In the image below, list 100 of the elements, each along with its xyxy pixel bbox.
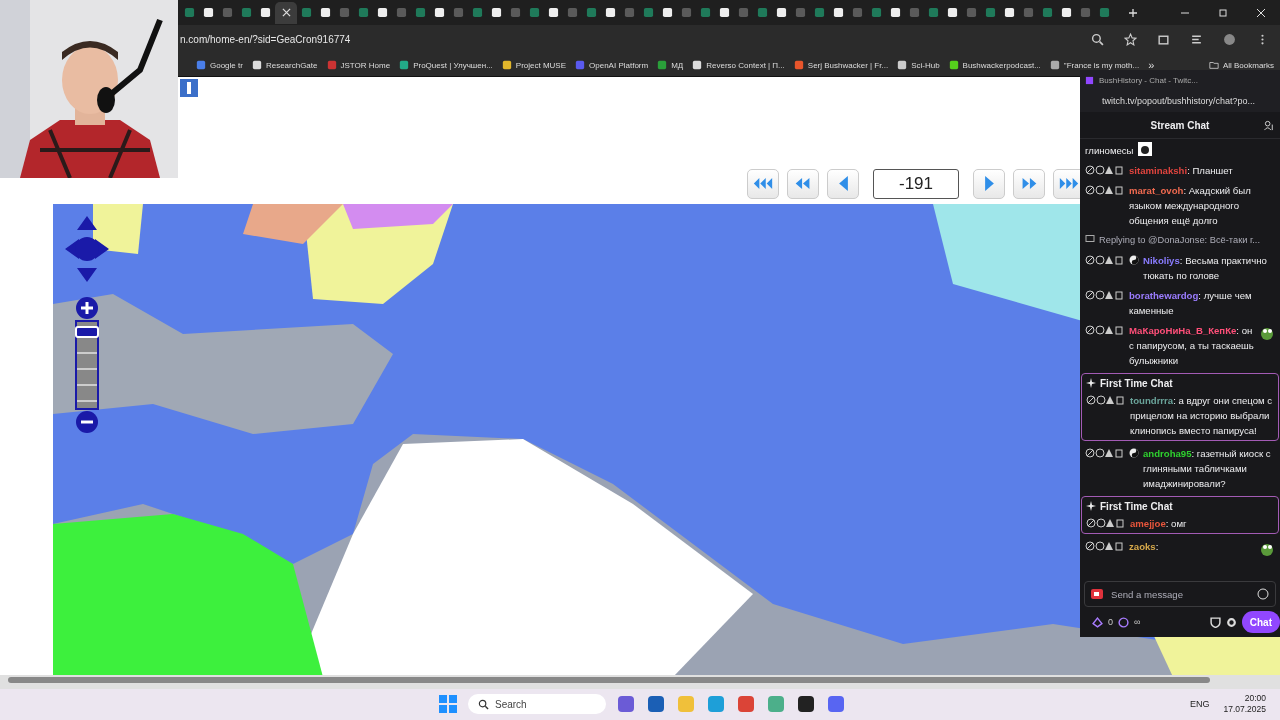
page-icon bbox=[909, 7, 920, 19]
page-icon bbox=[567, 7, 578, 19]
bookmark[interactable]: Project MUSE bbox=[501, 60, 567, 71]
page-icon bbox=[700, 7, 711, 19]
fast-forward-button[interactable] bbox=[1013, 168, 1045, 199]
extensions-icon[interactable] bbox=[1157, 33, 1170, 47]
zoom-icon[interactable] bbox=[1091, 33, 1104, 47]
first-time-label: First Time Chat bbox=[1100, 501, 1173, 512]
bookmark[interactable]: JSTOR Home bbox=[326, 60, 391, 71]
bookmark-icon bbox=[948, 60, 959, 71]
page-icon bbox=[377, 7, 388, 19]
bookmark[interactable]: Reverso Context | П... bbox=[692, 60, 785, 71]
moderation-icons[interactable] bbox=[1086, 518, 1126, 528]
page-icon bbox=[510, 7, 521, 19]
window-title: BushHistory - Chat - Twitc... bbox=[1099, 75, 1198, 85]
profile-icon[interactable] bbox=[1223, 33, 1236, 47]
page-icon bbox=[222, 7, 233, 19]
chat-message: глиномесы bbox=[1085, 145, 1134, 156]
first-button[interactable] bbox=[747, 168, 779, 199]
chat-message: zaoks: bbox=[1129, 540, 1160, 554]
zoom-out-icon[interactable] bbox=[75, 409, 99, 434]
emoji-icon[interactable] bbox=[1257, 588, 1269, 600]
reply-icon bbox=[1085, 234, 1095, 244]
rewind-button[interactable] bbox=[787, 168, 819, 199]
bookmark[interactable]: МД bbox=[657, 60, 684, 71]
taskbar-search-field[interactable]: Search bbox=[468, 694, 606, 715]
browser-tab[interactable] bbox=[275, 1, 297, 24]
page-icon bbox=[586, 7, 597, 19]
bookmark[interactable]: OpenAI Platform bbox=[575, 60, 649, 71]
moderation-icons[interactable] bbox=[1085, 185, 1125, 195]
moderation-icons[interactable] bbox=[1086, 395, 1126, 405]
page-icon bbox=[985, 7, 996, 19]
address-text[interactable]: n.com/home-en/?sid=GeaCron916774 bbox=[180, 34, 351, 46]
folder-icon bbox=[1208, 60, 1219, 71]
app-icon[interactable] bbox=[796, 694, 816, 715]
page-icon bbox=[301, 7, 312, 19]
chat-message: Nikoliys: Весьма практично тюкать по голове bbox=[1143, 254, 1268, 283]
new-tab-icon[interactable] bbox=[1128, 7, 1138, 18]
page-icon bbox=[1099, 7, 1110, 19]
page-icon bbox=[260, 7, 271, 19]
bookmark[interactable]: Bushwackerpodcast... bbox=[948, 60, 1041, 71]
right-arrow-icon bbox=[984, 176, 994, 192]
restore-icon[interactable] bbox=[1218, 7, 1228, 18]
triple-right-arrow-icon bbox=[1058, 176, 1080, 192]
close-icon[interactable] bbox=[281, 8, 291, 18]
moderation-icons[interactable] bbox=[1085, 541, 1125, 551]
left-arrow-icon bbox=[838, 176, 848, 192]
moderation-icons[interactable] bbox=[1085, 290, 1125, 300]
bookmark-icon bbox=[657, 60, 668, 71]
moderation-icons[interactable] bbox=[1085, 165, 1125, 175]
moderation-icons[interactable] bbox=[1085, 448, 1125, 458]
bookmark[interactable]: ResearchGate bbox=[251, 60, 318, 71]
bookmark-icon bbox=[897, 60, 908, 71]
clock-time[interactable]: 20:00 bbox=[1244, 693, 1266, 705]
page-icon bbox=[643, 7, 654, 19]
moderation-icons[interactable] bbox=[1085, 325, 1125, 335]
all-bookmarks[interactable]: All Bookmarks bbox=[1208, 60, 1274, 71]
more-bookmarks[interactable]: » bbox=[1148, 59, 1155, 72]
users-icon[interactable] bbox=[1264, 120, 1275, 131]
clock-date[interactable]: 17.07.2025 bbox=[1223, 704, 1266, 716]
chat-message: androha95: газетный киоск с глиняными табличками имаджинировали? bbox=[1143, 447, 1272, 491]
bookmark-icon bbox=[501, 60, 512, 71]
next-button[interactable] bbox=[973, 168, 1005, 199]
chat-button[interactable]: Chat bbox=[1241, 611, 1280, 633]
bookmark[interactable]: "France is my moth... bbox=[1049, 60, 1140, 71]
bookmark-icon bbox=[692, 60, 703, 71]
language-indicator[interactable]: ENG bbox=[1189, 699, 1210, 710]
page-icon bbox=[1023, 7, 1034, 19]
page-icon bbox=[358, 7, 369, 19]
camera-icon bbox=[1091, 588, 1103, 600]
page-icon bbox=[681, 7, 692, 19]
zoom-in-icon[interactable] bbox=[75, 295, 99, 320]
bookmark[interactable]: Serj Bushwacker | Fr... bbox=[793, 60, 889, 71]
triple-left-arrow-icon bbox=[752, 176, 774, 192]
bookmark-icon bbox=[575, 60, 586, 71]
year-field[interactable]: -191 bbox=[873, 168, 959, 199]
previous-button[interactable] bbox=[827, 168, 859, 199]
chat-message: sitaminakshi: Планшет bbox=[1129, 164, 1234, 178]
chat-message: МаКароНиНа_В_КепКе: он с папирусом, а ты таскаешь булыжники bbox=[1129, 324, 1255, 368]
page-icon bbox=[1042, 7, 1053, 19]
moderation-icons[interactable] bbox=[1085, 255, 1125, 265]
close-icon[interactable] bbox=[1256, 7, 1266, 18]
settings-icon[interactable] bbox=[1225, 616, 1237, 628]
start-icon[interactable] bbox=[438, 694, 458, 715]
shield-icon[interactable] bbox=[1209, 616, 1221, 628]
message-field[interactable]: Send a message bbox=[1084, 581, 1276, 607]
chat-header: Stream Chat bbox=[1150, 119, 1210, 131]
page-icon bbox=[605, 7, 616, 19]
points-icon[interactable] bbox=[1092, 616, 1103, 628]
timer-icon[interactable] bbox=[1118, 616, 1129, 628]
bookmark[interactable]: Sci-Hub bbox=[897, 60, 940, 71]
bookmark[interactable]: Google tr bbox=[196, 60, 243, 71]
star-icon[interactable] bbox=[1124, 33, 1137, 47]
chat-message: amejjoe: омг bbox=[1130, 517, 1188, 531]
site-icon[interactable] bbox=[180, 79, 198, 98]
page-icon bbox=[184, 7, 195, 19]
zoom-slider[interactable] bbox=[75, 319, 99, 410]
bookmark[interactable]: ProQuest | Улучшен... bbox=[399, 60, 493, 71]
zoom-thumb[interactable] bbox=[75, 325, 99, 338]
search-icon bbox=[478, 698, 489, 710]
